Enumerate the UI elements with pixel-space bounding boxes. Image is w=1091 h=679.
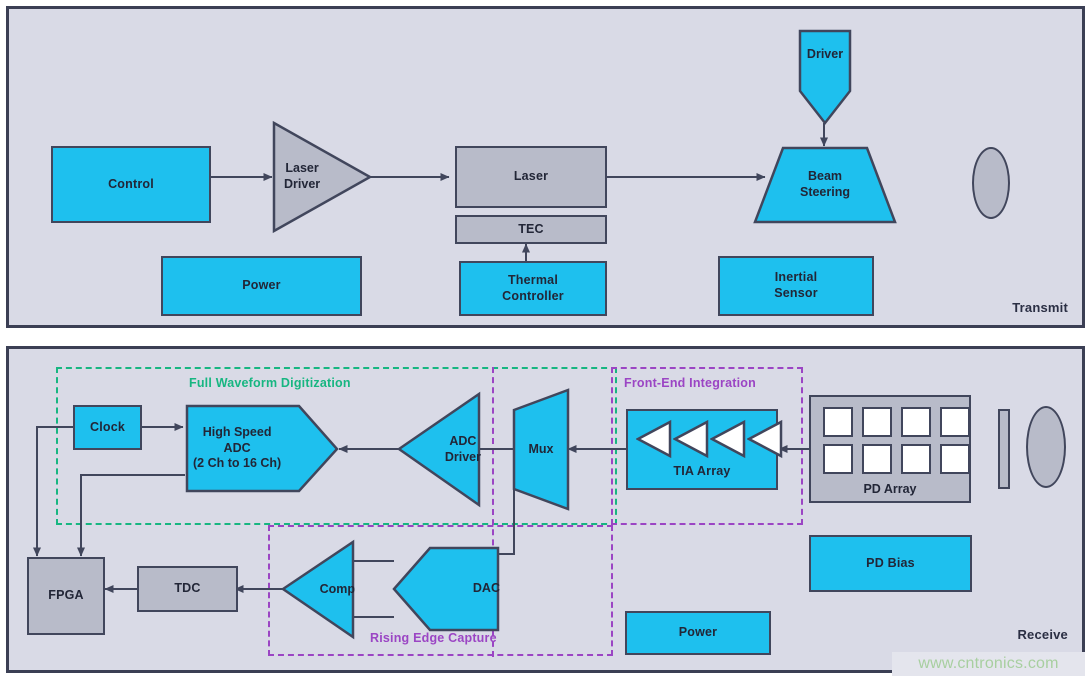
tia-amp-3-icon	[710, 419, 746, 459]
pd-cell-6	[862, 444, 892, 474]
block-driver[interactable]: Driver	[798, 29, 852, 126]
block-clock-label: Clock	[89, 419, 126, 434]
receive-panel-label: Receive	[1017, 627, 1068, 642]
watermark: www.cntronics.com	[892, 652, 1085, 676]
block-inertial-sensor-label-1: Inertial	[774, 270, 818, 285]
pd-cell-2	[862, 407, 892, 437]
watermark-text: www.cntronics.com	[918, 655, 1059, 672]
receive-panel: Full Waveform Digitization Front-End Int…	[6, 346, 1085, 673]
receive-optical-filter	[998, 409, 1010, 489]
transmit-panel: Control Laser Driver Laser TEC Driver Be…	[6, 6, 1085, 328]
block-receive-power-label: Power	[678, 625, 718, 640]
block-thermal-controller-label-1: Thermal	[507, 272, 558, 287]
block-laser-driver[interactable]: Laser Driver	[272, 120, 373, 234]
block-control-label: Control	[108, 176, 154, 191]
block-receive-power[interactable]: Power	[625, 611, 771, 655]
pd-cell-5	[823, 444, 853, 474]
group-rising-edge-title: Rising Edge Capture	[370, 631, 497, 645]
block-tec[interactable]: TEC	[455, 215, 607, 244]
block-transmit-power[interactable]: Power	[161, 256, 362, 316]
block-fpga[interactable]: FPGA	[27, 557, 105, 635]
receive-lens	[1026, 406, 1066, 488]
tia-amp-1-icon	[636, 419, 672, 459]
block-tdc-label: TDC	[174, 581, 201, 596]
transmit-panel-label: Transmit	[1012, 300, 1068, 315]
block-inertial-sensor[interactable]: Inertial Sensor	[718, 256, 874, 316]
block-control[interactable]: Control	[51, 146, 211, 223]
block-tec-label: TEC	[518, 221, 544, 236]
block-pd-bias-label: PD Bias	[866, 555, 915, 570]
block-high-speed-adc[interactable]: High Speed ADC (2 Ch to 16 Ch)	[185, 404, 339, 493]
pd-cell-1	[823, 407, 853, 437]
block-comp[interactable]: Comp	[280, 539, 355, 640]
block-laser-label: Laser	[513, 169, 549, 184]
block-tia-array-label: TIA Array	[673, 464, 731, 479]
block-transmit-power-label: Power	[242, 278, 281, 293]
group-full-waveform-title: Full Waveform Digitization	[189, 376, 351, 390]
tia-amp-4-icon	[747, 419, 783, 459]
block-clock[interactable]: Clock	[73, 405, 142, 450]
pd-array-grid	[823, 407, 970, 474]
block-thermal-controller-label-2: Controller	[502, 288, 564, 303]
block-pd-array-label: PD Array	[863, 482, 917, 496]
lidar-block-diagram: Control Laser Driver Laser TEC Driver Be…	[0, 0, 1091, 679]
group-front-end-title: Front-End Integration	[624, 376, 756, 390]
pd-cell-7	[901, 444, 931, 474]
block-dac[interactable]: DAC	[392, 546, 500, 632]
pd-cell-3	[901, 407, 931, 437]
block-tia-array[interactable]: TIA Array	[626, 409, 783, 490]
pd-cell-8	[940, 444, 970, 474]
tia-amplifier-row	[636, 419, 783, 459]
block-mux[interactable]: Mux	[512, 388, 570, 511]
block-adc-driver[interactable]: ADC Driver	[396, 391, 481, 508]
block-inertial-sensor-label-2: Sensor	[774, 286, 818, 300]
block-tdc[interactable]: TDC	[137, 566, 238, 612]
pd-cell-4	[940, 407, 970, 437]
transmit-lens	[972, 147, 1010, 219]
tia-amp-2-icon	[673, 419, 709, 459]
block-fpga-label: FPGA	[48, 588, 84, 603]
block-pd-bias[interactable]: PD Bias	[809, 535, 972, 592]
block-laser[interactable]: Laser	[455, 146, 607, 208]
block-pd-array[interactable]: PD Array	[809, 395, 971, 503]
block-beam-steering[interactable]: Beam Steering	[753, 146, 897, 224]
block-thermal-controller[interactable]: Thermal Controller	[459, 261, 607, 316]
